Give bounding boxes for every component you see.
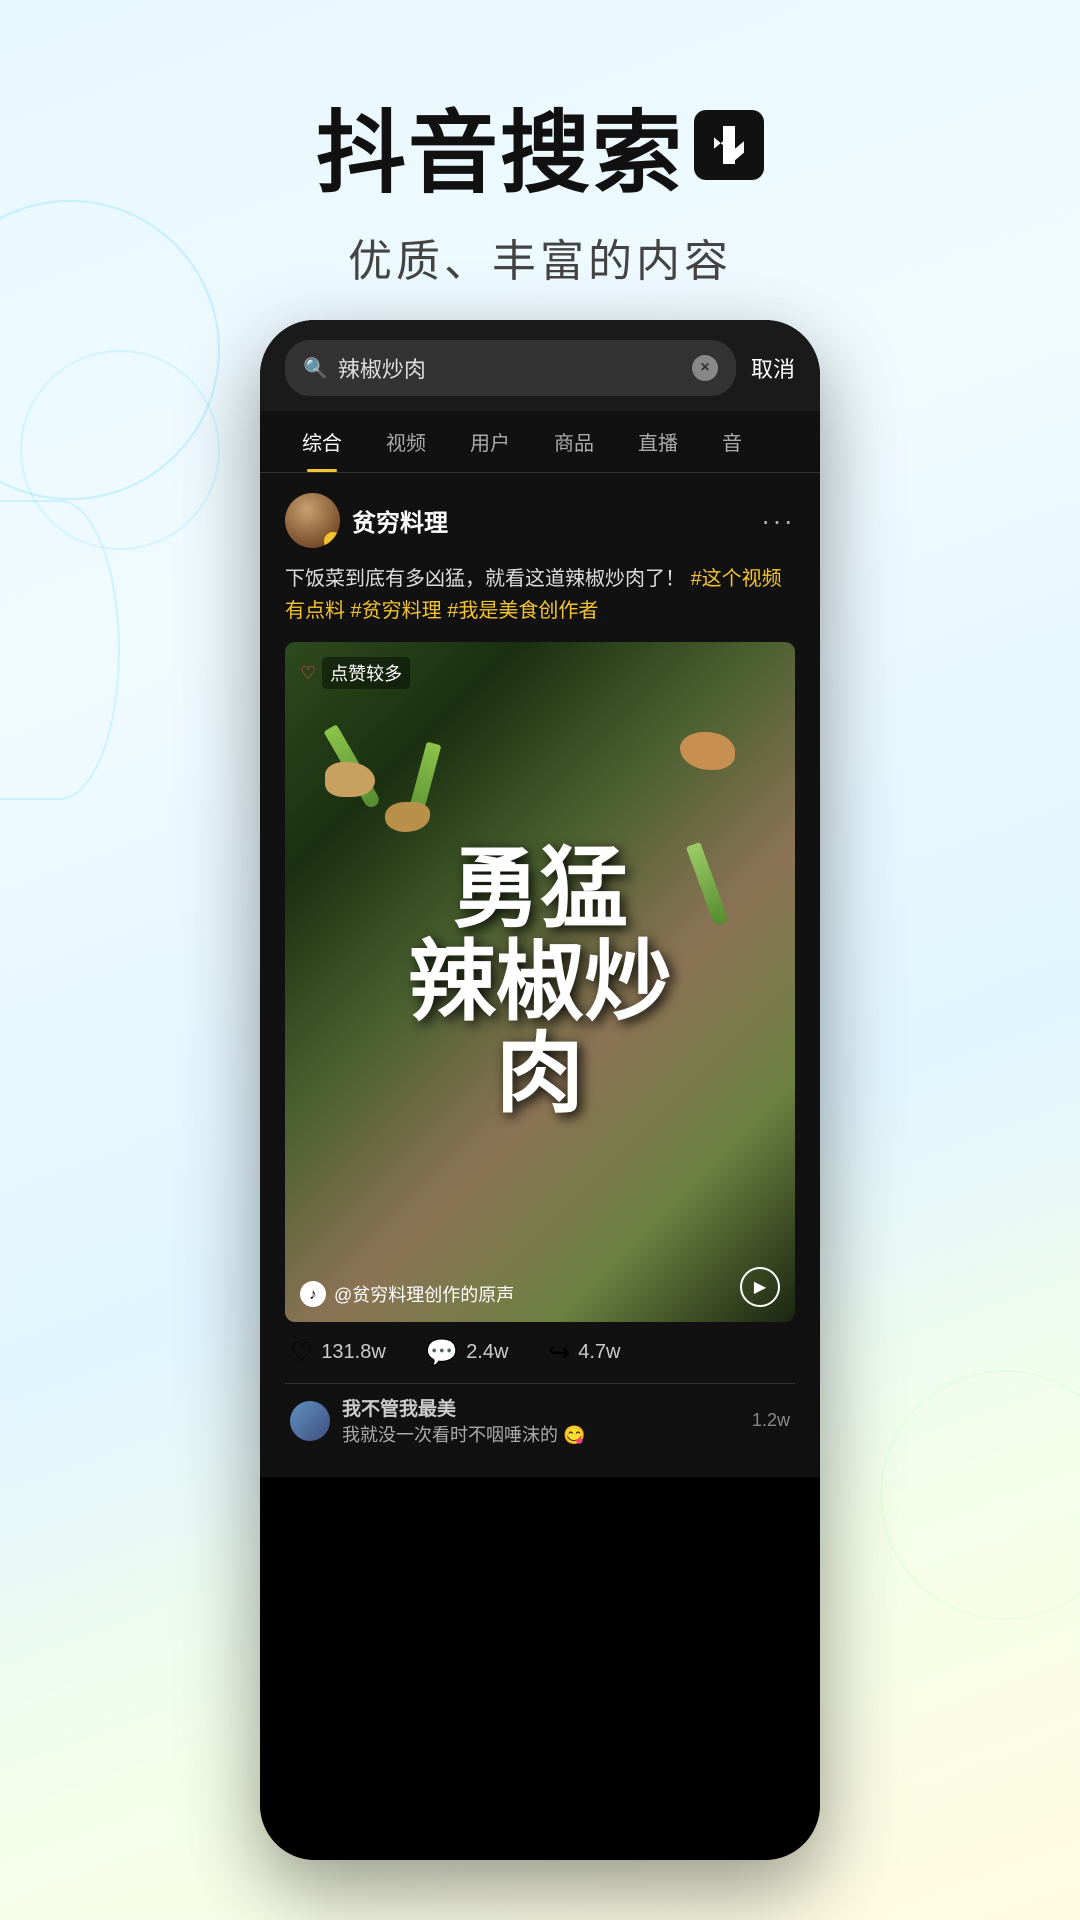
search-input-box[interactable]: 🔍 辣椒炒肉 × [285, 340, 736, 396]
video-background: 勇猛辣椒炒肉 ♡ 点赞较多 ♪ @贫穷料理创作的原声 [285, 642, 795, 1322]
user-info: ✓ 贫穷料理 [285, 493, 448, 548]
comments-count: 2.4w [466, 1341, 508, 1364]
phone-mockup: 🔍 辣椒炒肉 × 取消 综合 视频 用户 [260, 320, 820, 1860]
tiktok-logo-icon [694, 110, 764, 180]
bg-decoration-circle-3 [880, 1370, 1080, 1620]
badge-label: 点赞较多 [322, 657, 410, 689]
comment-count-num: 1.2w [752, 1410, 790, 1431]
more-options-button[interactable]: ··· [761, 505, 795, 537]
phone-frame: 🔍 辣椒炒肉 × 取消 综合 视频 用户 [260, 320, 820, 1860]
video-title-container: 勇猛辣椒炒肉 [285, 642, 795, 1322]
video-big-text: 勇猛辣椒炒肉 [388, 823, 692, 1140]
play-button[interactable]: ▶ [740, 1267, 780, 1307]
commenter-name[interactable]: 我不管我最美 [342, 1399, 456, 1420]
audio-text: @贫穷料理创作的原声 [334, 1281, 514, 1307]
bg-decoration-wave [0, 500, 120, 800]
cancel-search-button[interactable]: 取消 [751, 352, 795, 384]
comment-preview-row: 我不管我最美 我就没一次看时不咽唾沫的 😋 1.2w [285, 1383, 795, 1457]
search-query-text: 辣椒炒肉 [338, 352, 682, 384]
tab-综合[interactable]: 综合 [280, 411, 364, 472]
shares-stat[interactable]: ↪ 4.7w [548, 1337, 620, 1368]
audio-info[interactable]: ♪ @贫穷料理创作的原声 [300, 1281, 514, 1307]
shares-count: 4.7w [578, 1341, 620, 1364]
audio-icon: ♪ [300, 1281, 326, 1307]
likes-count: 131.8w [321, 1341, 386, 1364]
comment-body: 我就没一次看时不咽唾沫的 😋 [342, 1425, 585, 1445]
post-text: 下饭菜到底有多凶猛，就看这道辣椒炒肉了！ #这个视频有点料 #贫穷料理 #我是美… [285, 563, 795, 627]
engagement-stats: ♡ 131.8w 💬 2.4w ↪ 4.7w [285, 1322, 795, 1383]
comment-content: 我不管我最美 我就没一次看时不咽唾沫的 😋 [342, 1394, 740, 1447]
tabs-area: 综合 视频 用户 商品 直播 音 [260, 411, 820, 473]
heart-icon: ♡ [300, 663, 316, 684]
comment-stat-icon: 💬 [426, 1337, 458, 1368]
verified-badge-icon: ✓ [324, 532, 340, 548]
clear-search-button[interactable]: × [692, 355, 718, 381]
username[interactable]: 贫穷料理 [352, 503, 448, 538]
share-stat-icon: ↪ [548, 1337, 570, 1368]
video-badge: ♡ 点赞较多 [300, 657, 410, 689]
search-bar-area: 🔍 辣椒炒肉 × 取消 [260, 320, 820, 411]
phone-screen: 🔍 辣椒炒肉 × 取消 综合 视频 用户 [260, 320, 820, 1860]
user-avatar: ✓ [285, 493, 340, 548]
tab-用户[interactable]: 用户 [448, 411, 532, 472]
likes-stat[interactable]: ♡ 131.8w [290, 1337, 386, 1368]
search-icon: 🔍 [303, 356, 328, 381]
video-thumbnail[interactable]: 勇猛辣椒炒肉 ♡ 点赞较多 ♪ @贫穷料理创作的原声 [285, 642, 795, 1322]
post-header: ✓ 贫穷料理 ··· [285, 493, 795, 548]
commenter-avatar [290, 1401, 330, 1441]
comments-stat[interactable]: 💬 2.4w [426, 1337, 509, 1368]
app-title: 抖音搜索 [0, 80, 1080, 210]
title-text: 抖音搜索 [316, 80, 684, 210]
tab-商品[interactable]: 商品 [532, 411, 616, 472]
heart-stat-icon: ♡ [290, 1337, 313, 1368]
content-area: ✓ 贫穷料理 ··· 下饭菜到底有多凶猛，就看这道辣椒炒肉了！ #这个视频有点料… [260, 473, 820, 1477]
tab-直播[interactable]: 直播 [616, 411, 700, 472]
tab-视频[interactable]: 视频 [364, 411, 448, 472]
tab-音乐[interactable]: 音 [700, 411, 764, 472]
